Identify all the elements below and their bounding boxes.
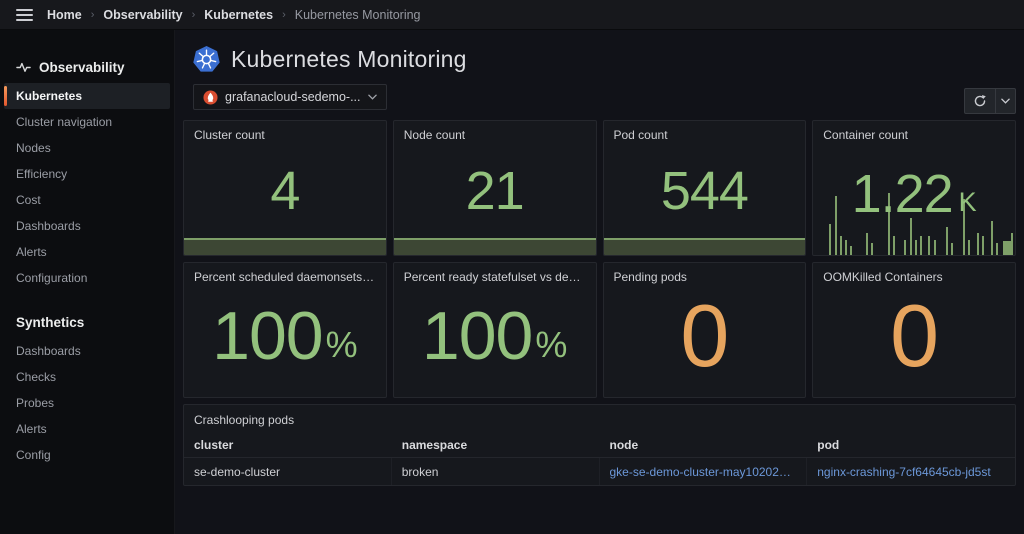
- activity-pulse-icon: [16, 60, 31, 75]
- prometheus-icon: [203, 90, 218, 105]
- cell-namespace: broken: [392, 458, 600, 486]
- breadcrumb-home[interactable]: Home: [47, 8, 82, 22]
- sidebar-item-kubernetes[interactable]: Kubernetes: [4, 83, 170, 109]
- stat-value: 0: [680, 292, 728, 380]
- sidebar-section-observability[interactable]: Observability: [0, 52, 174, 83]
- stat-panel-node-count: Node count 21: [393, 120, 597, 256]
- sidebar-item-efficiency[interactable]: Efficiency: [4, 161, 170, 187]
- stat-panel-statefulset-ready: Percent ready statefulset vs desired 100…: [393, 262, 597, 398]
- breadcrumb-separator: ›: [91, 9, 95, 21]
- stat-value: 1.22K: [852, 167, 977, 221]
- chevron-down-icon: [1001, 98, 1010, 104]
- breadcrumb-observability[interactable]: Observability: [103, 8, 182, 22]
- panel-title[interactable]: Crashlooping pods: [184, 405, 1015, 433]
- panel-title[interactable]: OOMKilled Containers: [813, 263, 1015, 284]
- sidebar-item-dashboards[interactable]: Dashboards: [4, 213, 170, 239]
- stat-panel-daemonsets-scheduled: Percent scheduled daemonsets vs desi... …: [183, 262, 387, 398]
- sidebar-item-nodes[interactable]: Nodes: [4, 135, 170, 161]
- column-header-node[interactable]: node: [600, 433, 808, 457]
- crashlooping-pods-panel: Crashlooping pods cluster namespace node…: [183, 404, 1016, 486]
- sparkline-area: [604, 238, 806, 255]
- kubernetes-icon: [193, 46, 220, 73]
- stat-value: 0: [890, 292, 938, 380]
- panel-title[interactable]: Percent ready statefulset vs desired: [394, 263, 596, 284]
- panel-title[interactable]: Container count: [813, 121, 1015, 142]
- panel-title[interactable]: Pod count: [604, 121, 806, 142]
- breadcrumb-kubernetes[interactable]: Kubernetes: [204, 8, 273, 22]
- sidebar-item-synthetics-alerts[interactable]: Alerts: [4, 416, 170, 442]
- sidebar-item-alerts[interactable]: Alerts: [4, 239, 170, 265]
- stat-value: 100%: [422, 302, 567, 370]
- stat-panel-container-count: Container count 1.22K: [812, 120, 1016, 256]
- page-title: Kubernetes Monitoring: [231, 46, 467, 73]
- sidebar: Observability Kubernetes Cluster navigat…: [0, 30, 175, 534]
- sidebar-item-checks[interactable]: Checks: [4, 364, 170, 390]
- sidebar-item-probes[interactable]: Probes: [4, 390, 170, 416]
- breadcrumb-separator: ›: [192, 9, 196, 21]
- chevron-down-icon: [368, 94, 377, 100]
- dashboard-main-area: Kubernetes Monitoring grafanacloud-sedem…: [175, 30, 1024, 534]
- datasource-picker[interactable]: grafanacloud-sedemo-...: [193, 84, 387, 110]
- datasource-label: grafanacloud-sedemo-...: [225, 90, 361, 104]
- stat-panel-cluster-count: Cluster count 4: [183, 120, 387, 256]
- panel-title[interactable]: Pending pods: [604, 263, 806, 284]
- column-header-namespace[interactable]: namespace: [392, 433, 600, 457]
- refresh-button[interactable]: [964, 88, 995, 114]
- stat-value: 544: [661, 164, 748, 218]
- menu-toggle-icon[interactable]: [14, 6, 35, 24]
- sparkline-area: [394, 238, 596, 255]
- sidebar-item-configuration[interactable]: Configuration: [4, 265, 170, 291]
- sidebar-item-config[interactable]: Config: [4, 442, 170, 468]
- cell-node-link[interactable]: gke-se-demo-cluster-may102023-2c7a...: [600, 458, 808, 486]
- breadcrumb: Home › Observability › Kubernetes › Kube…: [47, 8, 421, 22]
- table-row: se-demo-cluster broken gke-se-demo-clust…: [184, 458, 1015, 486]
- breadcrumb-separator: ›: [282, 9, 286, 21]
- cell-pod-link[interactable]: nginx-crashing-7cf64645cb-jd5st: [807, 458, 1015, 486]
- sidebar-section-synthetics[interactable]: Synthetics: [0, 307, 174, 338]
- panel-title[interactable]: Percent scheduled daemonsets vs desi...: [184, 263, 386, 284]
- top-navigation-bar: Home › Observability › Kubernetes › Kube…: [0, 0, 1024, 30]
- cell-cluster: se-demo-cluster: [184, 458, 392, 486]
- refresh-icon: [973, 94, 987, 108]
- stat-panel-pending-pods: Pending pods 0: [603, 262, 807, 398]
- stat-value: 21: [466, 164, 524, 218]
- sparkline-area: [184, 238, 386, 255]
- refresh-interval-dropdown[interactable]: [995, 88, 1016, 114]
- table-header-row: cluster namespace node pod: [184, 433, 1015, 458]
- sidebar-item-cost[interactable]: Cost: [4, 187, 170, 213]
- sidebar-item-cluster-navigation[interactable]: Cluster navigation: [4, 109, 170, 135]
- column-header-cluster[interactable]: cluster: [184, 433, 392, 457]
- sidebar-item-synthetics-dashboards[interactable]: Dashboards: [4, 338, 170, 364]
- sidebar-section-label: Synthetics: [16, 315, 84, 330]
- stat-panel-oomkilled-containers: OOMKilled Containers 0: [812, 262, 1016, 398]
- stat-panel-pod-count: Pod count 544: [603, 120, 807, 256]
- sidebar-section-label: Observability: [39, 60, 125, 75]
- stat-value: 4: [270, 164, 299, 218]
- stat-value: 100%: [212, 302, 357, 370]
- column-header-pod[interactable]: pod: [807, 433, 1015, 457]
- panel-title[interactable]: Node count: [394, 121, 596, 142]
- breadcrumb-current-page: Kubernetes Monitoring: [295, 8, 421, 22]
- panel-title[interactable]: Cluster count: [184, 121, 386, 142]
- refresh-button-group: [964, 88, 1016, 114]
